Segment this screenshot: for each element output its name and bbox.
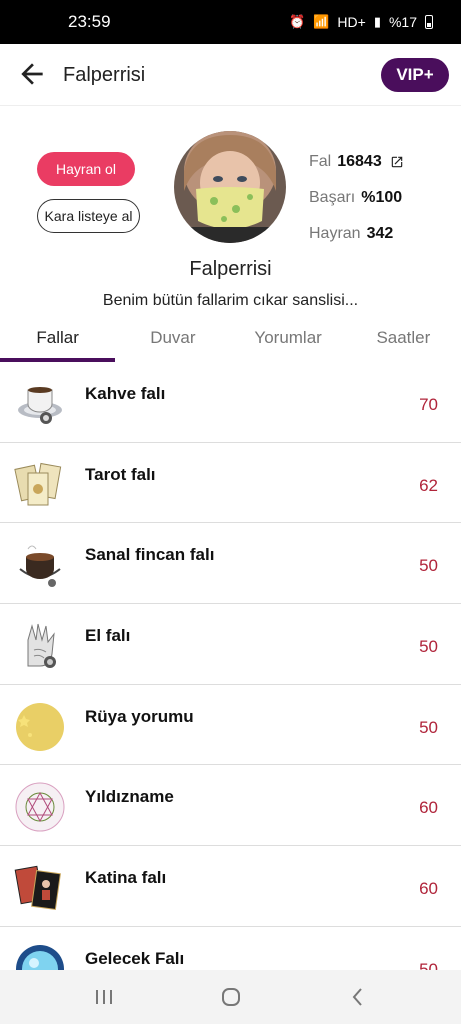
list-item[interactable]: Kahve falı 70: [0, 362, 461, 443]
battery-text: %17: [388, 14, 417, 30]
coffee-cup-icon: [18, 387, 62, 424]
tab-duvar[interactable]: Duvar: [115, 316, 230, 362]
list-item[interactable]: Gelecek Falı 50: [0, 927, 461, 970]
status-icons: ⏰ 📶 HD+ ▮ %17: [289, 14, 433, 30]
service-price: 50: [419, 959, 438, 970]
stat-value: %100: [361, 189, 403, 206]
wifi-icon: 📶: [313, 14, 330, 29]
service-label: Gelecek Falı: [85, 948, 185, 968]
service-label: Kahve falı: [85, 384, 166, 403]
network-label: HD+: [337, 14, 366, 30]
tab-bar: Fallar Duvar Yorumlar Saatler: [0, 316, 461, 362]
stat-label: Başarı: [309, 189, 356, 206]
back-arrow-icon[interactable]: [16, 58, 48, 90]
service-label: Yıldızname: [85, 787, 174, 807]
service-label: Katina falı: [85, 868, 167, 888]
page-title: Falperrisi: [63, 64, 146, 86]
profile-name: Falperrisi: [189, 258, 272, 280]
recent-apps-icon[interactable]: [89, 982, 119, 1012]
moon-stars-icon: [16, 702, 64, 751]
profile-bio: Benim bütün fallarim cıkar sanslisi...: [102, 292, 359, 309]
tarot-cards-icon: [14, 462, 62, 506]
service-price: 50: [419, 556, 438, 576]
profile-stats: Fal 16843 Başarı %100 Hayran 342: [309, 144, 404, 252]
tab-yorumlar[interactable]: Yorumlar: [231, 316, 346, 362]
external-link-icon[interactable]: [390, 155, 404, 169]
service-label: Tarot falı: [85, 464, 156, 484]
blacklist-button[interactable]: Kara listeye al: [37, 199, 140, 233]
stat-value: 342: [366, 225, 394, 242]
service-price: 50: [419, 717, 438, 737]
service-label: Rüya yorumu: [85, 706, 194, 726]
service-list: Kahve falı 70 Tarot falı 62 Sanal fincan…: [0, 362, 461, 970]
follow-button[interactable]: Hayran ol: [37, 152, 135, 186]
service-price: 62: [419, 475, 438, 495]
avatar[interactable]: [174, 131, 286, 243]
service-price: 70: [419, 395, 438, 414]
status-bar: 23:59 ⏰ 📶 HD+ ▮ %17: [0, 0, 461, 44]
back-nav-icon[interactable]: [343, 982, 373, 1012]
stat-success: Başarı %100: [309, 180, 404, 216]
battery-icon: [425, 15, 433, 29]
home-icon[interactable]: [216, 982, 246, 1012]
zodiac-icon: [15, 782, 65, 832]
stat-fans: Hayran 342: [309, 216, 404, 252]
stat-label: Fal: [309, 153, 332, 170]
service-price: 60: [419, 879, 438, 899]
list-item[interactable]: Sanal fincan falı 50: [0, 523, 461, 605]
list-item[interactable]: Katina falı 60: [0, 846, 461, 927]
katina-cards-icon: [14, 865, 61, 911]
virtual-cup-icon: [19, 545, 61, 588]
stat-value: 16843: [337, 153, 382, 170]
app-bar: Falperrisi VIP+: [0, 44, 461, 106]
list-item[interactable]: Tarot falı 62: [0, 443, 461, 524]
service-label: Sanal fincan falı: [85, 545, 215, 565]
status-time: 23:59: [68, 12, 111, 31]
list-item[interactable]: Yıldızname 60: [0, 765, 461, 847]
stat-label: Hayran: [309, 225, 361, 242]
palm-icon: [27, 623, 56, 669]
service-label: El falı: [85, 626, 131, 646]
profile-header: Hayran ol Kara listeye al Fal 16843 Başa…: [0, 106, 461, 316]
vip-button[interactable]: VIP+: [381, 58, 449, 92]
list-item[interactable]: Rüya yorumu 50: [0, 685, 461, 766]
signal-icon: ▮: [373, 14, 381, 29]
crystal-ball-icon: [16, 944, 64, 970]
stat-fal: Fal 16843: [309, 144, 404, 180]
tab-fallar[interactable]: Fallar: [0, 316, 116, 362]
list-item[interactable]: El falı 50: [0, 604, 461, 685]
service-price: 50: [419, 637, 438, 657]
service-price: 60: [419, 798, 438, 818]
system-nav-bar: [0, 970, 461, 1024]
alarm-icon: ⏰: [289, 14, 306, 29]
tab-saatler[interactable]: Saatler: [346, 316, 461, 362]
